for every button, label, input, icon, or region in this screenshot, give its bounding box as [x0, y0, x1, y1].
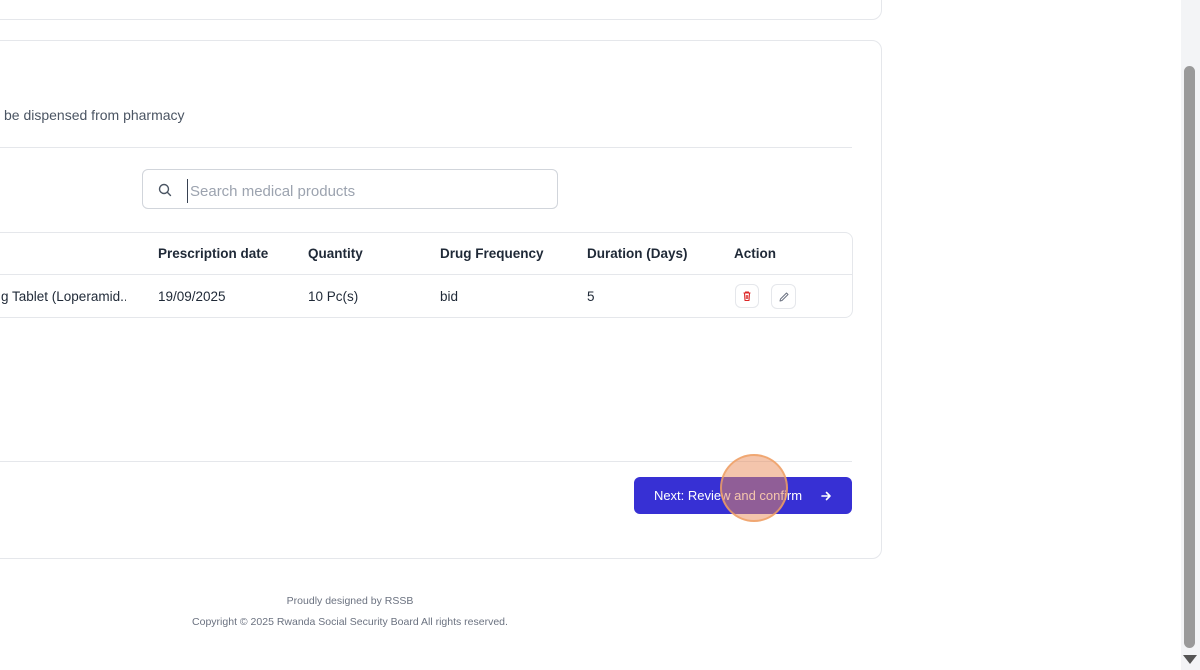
footer-divider	[0, 461, 852, 462]
next-button-label: Next: Review and confirm	[653, 488, 803, 503]
header-duration: Duration (Days)	[587, 246, 688, 261]
edit-button[interactable]	[771, 284, 796, 309]
cell-prescription-date: 19/09/2025	[158, 289, 226, 304]
pencil-icon	[779, 292, 788, 301]
previous-section-card	[0, 0, 882, 20]
prescription-table: Prescription date Quantity Drug Frequenc…	[0, 232, 853, 318]
row-divider	[0, 274, 852, 275]
footer-copyright: Copyright © 2025 Rwanda Social Security …	[192, 616, 508, 628]
header-drug-frequency: Drug Frequency	[440, 246, 544, 261]
cell-quantity: 10 Pc(s)	[308, 289, 359, 304]
trash-icon	[743, 291, 751, 302]
search-icon	[158, 183, 172, 197]
search-input[interactable]	[187, 179, 552, 203]
search-box[interactable]	[142, 169, 558, 209]
header-prescription-date: Prescription date	[158, 246, 269, 261]
scroll-down-arrow-icon[interactable]	[1183, 655, 1197, 664]
cell-duration: 5	[587, 289, 595, 304]
cell-frequency: bid	[440, 289, 459, 304]
next-review-confirm-button[interactable]: Next: Review and confirm	[634, 477, 852, 514]
header-divider	[0, 147, 852, 148]
cell-product: g Tablet (Loperamid...	[1, 289, 126, 304]
header-action: Action	[734, 246, 776, 261]
footer-designed-by: Proudly designed by RSSB	[286, 595, 414, 607]
header-quantity: Quantity	[308, 246, 363, 261]
delete-button[interactable]	[735, 284, 759, 308]
section-subtitle: be dispensed from pharmacy	[4, 107, 185, 123]
scrollbar-thumb[interactable]	[1184, 66, 1195, 648]
arrow-right-icon	[821, 491, 831, 500]
